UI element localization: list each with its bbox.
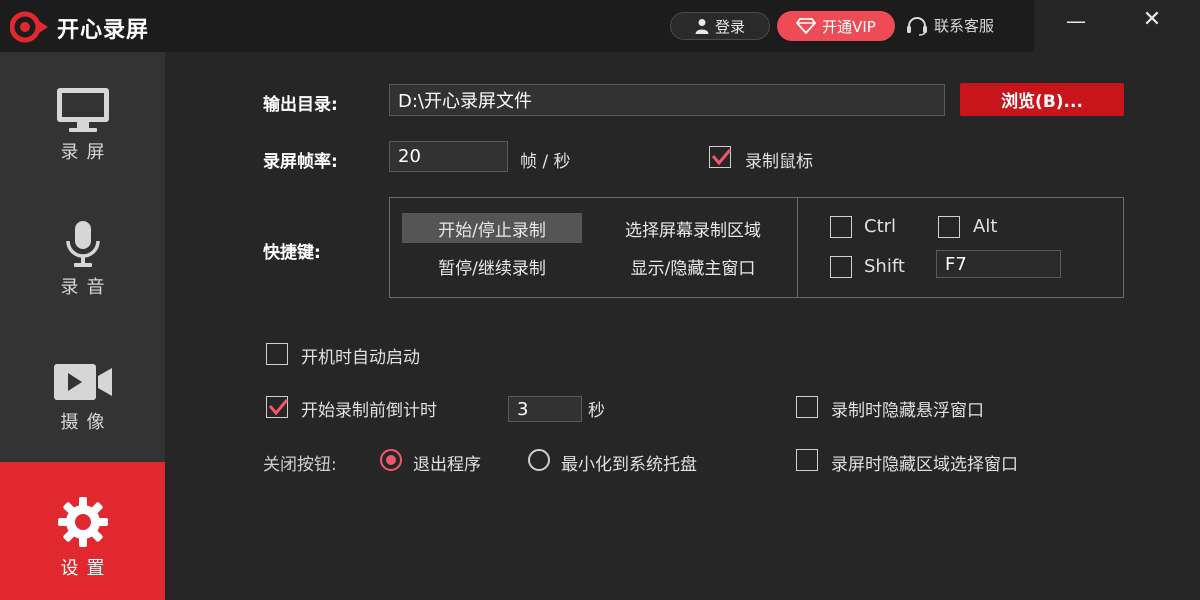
countdown-input[interactable]: 3 <box>508 396 582 422</box>
fps-unit: 帧 / 秒 <box>520 152 571 172</box>
sidebar-item-label: 设置 <box>60 558 113 579</box>
gear-icon <box>57 497 108 547</box>
app-title: 开心录屏 <box>57 18 150 43</box>
hotkey-select-region[interactable]: 选择屏幕录制区域 <box>595 213 791 243</box>
record-mouse-checkbox[interactable] <box>709 146 731 168</box>
shift-checkbox[interactable] <box>830 256 852 278</box>
ctrl-checkbox[interactable] <box>830 216 852 238</box>
close-behavior-label: 关闭按钮: <box>263 455 337 475</box>
sidebar-item-settings[interactable]: 设置 <box>0 462 165 600</box>
hide-region-label: 录屏时隐藏区域选择窗口 <box>831 455 1018 475</box>
close-exit-label: 退出程序 <box>413 455 481 475</box>
autostart-checkbox[interactable] <box>266 343 288 365</box>
hotkey-show-hide[interactable]: 显示/隐藏主窗口 <box>595 251 791 281</box>
sidebar-item-record-audio[interactable]: 录音 <box>0 189 165 326</box>
diamond-icon <box>796 18 817 34</box>
output-dir-label: 输出目录: <box>263 95 338 115</box>
checkmark-icon <box>711 149 731 166</box>
fps-label: 录屏帧率: <box>263 152 338 172</box>
alt-label: Alt <box>973 216 998 237</box>
vip-button[interactable]: 开通VIP <box>777 11 895 41</box>
sidebar: 录屏 录音 摄像 设置 <box>0 52 165 600</box>
alt-checkbox[interactable] <box>938 216 960 238</box>
settings-panel: 输出目录: D:\开心录屏文件 浏览(B)... 录屏帧率: 20 帧 / 秒 … <box>165 52 1200 600</box>
video-camera-icon <box>53 364 112 400</box>
headset-icon <box>907 16 927 36</box>
hide-float-checkbox[interactable] <box>796 396 818 418</box>
login-label: 登录 <box>714 17 745 36</box>
output-dir-input[interactable]: D:\开心录屏文件 <box>389 84 945 116</box>
close-button[interactable]: ✕ <box>1138 6 1166 34</box>
sidebar-item-label: 录屏 <box>60 142 113 163</box>
record-mouse-label: 录制鼠标 <box>745 152 813 172</box>
app-logo-icon <box>10 11 48 43</box>
countdown-unit: 秒 <box>588 401 605 421</box>
browse-button[interactable]: 浏览(B)... <box>960 83 1124 116</box>
window-controls <box>1034 0 1200 52</box>
minimize-button[interactable]: — <box>1062 8 1090 36</box>
sidebar-item-label: 摄像 <box>60 412 113 433</box>
microphone-icon <box>65 221 100 267</box>
autostart-label: 开机时自动启动 <box>301 348 420 368</box>
countdown-checkbox[interactable] <box>266 396 288 418</box>
hotkey-key-input[interactable]: F7 <box>936 250 1061 278</box>
vip-label: 开通VIP <box>822 17 876 36</box>
customer-service-link[interactable]: 联系客服 <box>906 15 994 36</box>
fps-input[interactable]: 20 <box>389 141 508 172</box>
monitor-icon <box>56 88 109 132</box>
sidebar-item-record-screen[interactable]: 录屏 <box>0 52 165 189</box>
user-icon <box>695 19 709 34</box>
service-label: 联系客服 <box>934 17 995 35</box>
hotkey-start-stop[interactable]: 开始/停止录制 <box>402 213 582 243</box>
hide-float-label: 录制时隐藏悬浮窗口 <box>831 401 984 421</box>
hotkey-pause-resume[interactable]: 暂停/继续录制 <box>402 251 582 281</box>
shift-label: Shift <box>864 256 905 277</box>
sidebar-item-label: 录音 <box>60 277 113 298</box>
close-tray-label: 最小化到系统托盘 <box>561 455 697 475</box>
sidebar-item-camera[interactable]: 摄像 <box>0 326 165 463</box>
close-tray-radio[interactable] <box>528 449 550 471</box>
countdown-label: 开始录制前倒计时 <box>301 401 437 421</box>
checkmark-icon <box>268 399 288 416</box>
hide-region-checkbox[interactable] <box>796 449 818 471</box>
login-button[interactable]: 登录 <box>670 12 770 40</box>
close-exit-radio[interactable] <box>380 449 402 471</box>
hotkey-modifier-panel <box>797 197 1124 298</box>
ctrl-label: Ctrl <box>864 216 897 237</box>
title-bar: 开心录屏 登录 开通VIP 联系客服 — ✕ <box>0 0 1200 52</box>
hotkey-label: 快捷键: <box>263 243 321 263</box>
